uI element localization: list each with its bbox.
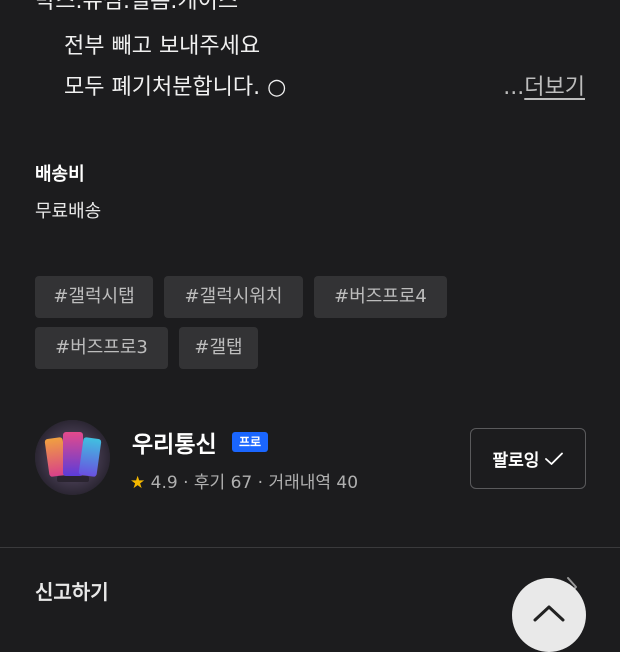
more-ellipsis: ...	[503, 75, 525, 100]
stats-separator: ·	[183, 473, 189, 493]
more-button[interactable]: ...더보기	[503, 74, 585, 102]
star-icon: ★	[130, 473, 146, 493]
description-line-1: 박스.유심.필름.케이스	[35, 0, 239, 14]
more-label: 더보기	[524, 75, 585, 100]
stats-separator: ·	[257, 473, 264, 493]
seller-reviews: 후기 67	[193, 473, 253, 493]
report-link[interactable]: 신고하기	[35, 576, 109, 605]
description-line-3: 모두 폐기처분합니다. ○	[64, 75, 287, 100]
chevron-up-icon	[533, 605, 565, 622]
pro-badge: 프로	[232, 432, 268, 452]
seller-trades: 거래내역 40	[268, 473, 359, 493]
seller-name[interactable]: 우리통신	[132, 425, 217, 459]
seller-stats: ★ 4.9 · 후기 67 · 거래내역 40	[130, 468, 358, 493]
seller-avatar[interactable]	[35, 420, 110, 495]
tag-chip[interactable]: #갤럭시탭	[35, 276, 153, 318]
avatar-image	[35, 420, 110, 495]
follow-button[interactable]: 팔로잉	[470, 428, 586, 489]
shipping-value: 무료배송	[35, 201, 102, 222]
tag-chip[interactable]: #버즈프로3	[35, 327, 168, 369]
shipping-title: 배송비	[35, 164, 85, 185]
tag-chip[interactable]: #갤럭시워치	[164, 276, 303, 318]
tag-chip[interactable]: #버즈프로4	[314, 276, 447, 318]
section-divider	[0, 547, 620, 548]
scroll-top-button[interactable]	[512, 578, 586, 652]
follow-label: 팔로잉	[492, 451, 540, 471]
description-line-2: 전부 빼고 보내주세요	[64, 34, 261, 59]
seller-rating: 4.9	[150, 473, 178, 493]
tag-chip[interactable]: #갤탭	[179, 327, 258, 369]
check-icon	[545, 452, 564, 465]
